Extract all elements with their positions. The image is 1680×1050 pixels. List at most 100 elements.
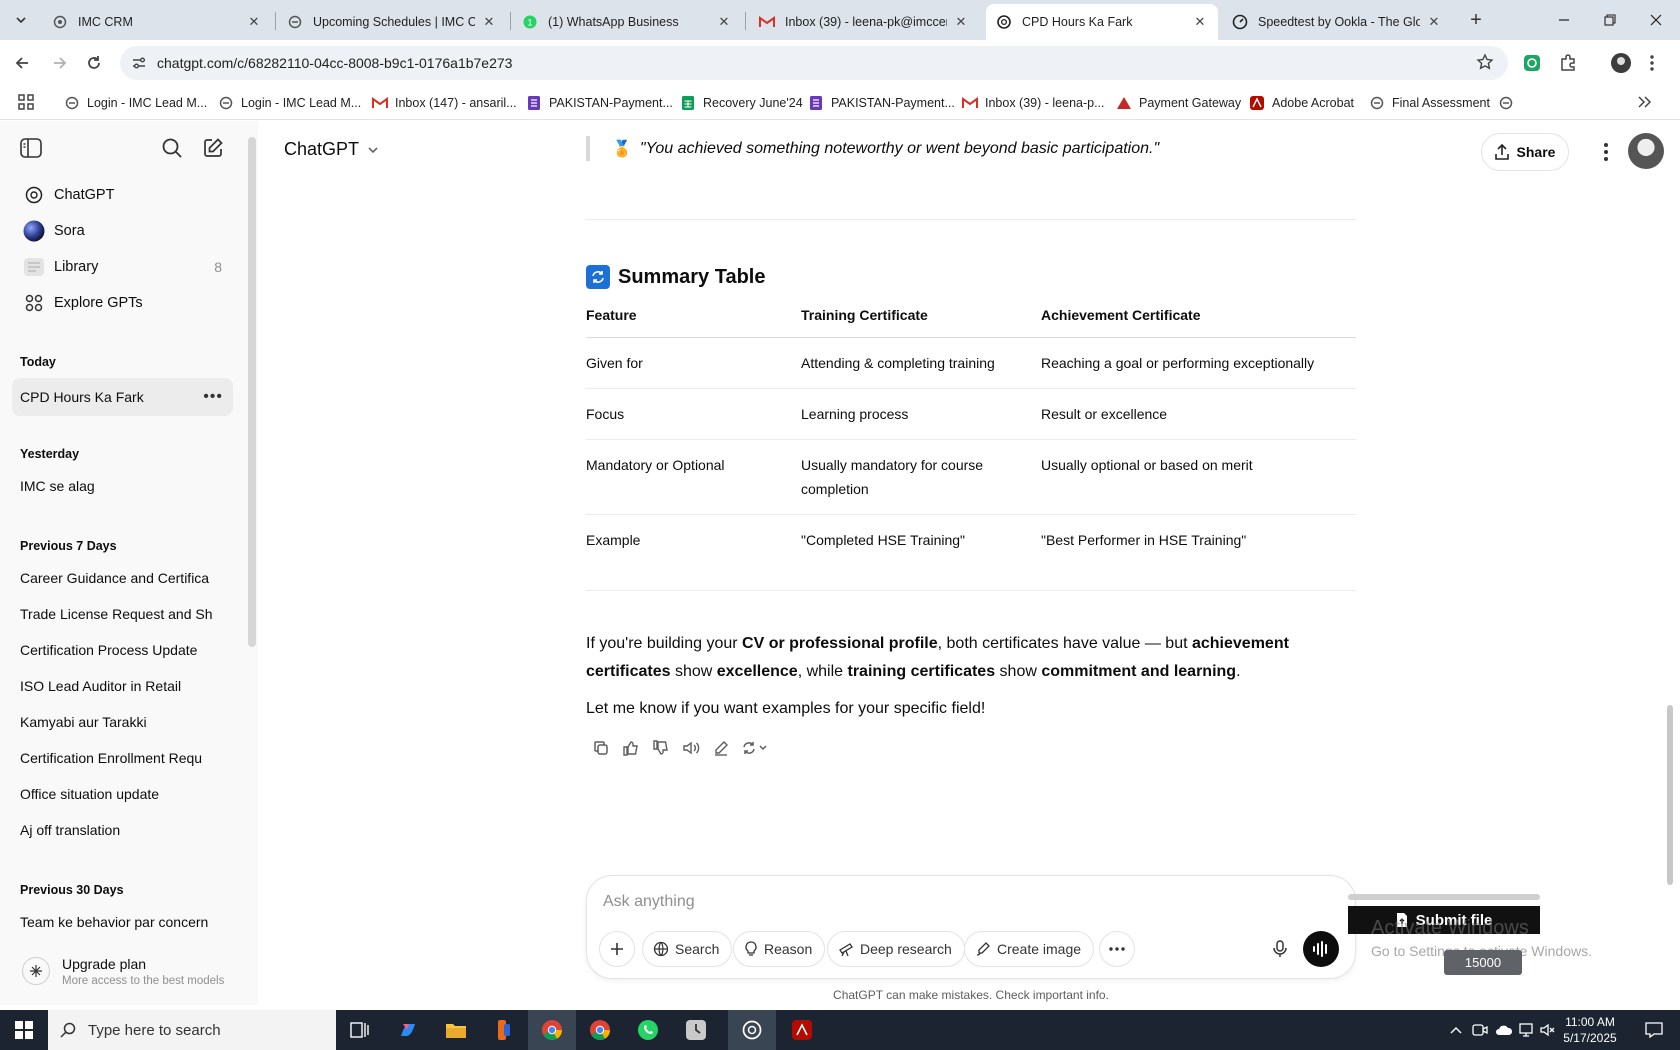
tab-imc-crm[interactable]: IMC CRM ✕	[42, 4, 272, 40]
chat-item[interactable]: IMC se alag	[12, 467, 233, 505]
chat-item[interactable]: Kamyabi aur Tarakki	[12, 703, 233, 741]
onedrive-cloud-icon[interactable]	[1492, 1010, 1516, 1050]
chat-item[interactable]: Career Guidance and Certifica	[12, 559, 233, 597]
read-aloud-button[interactable]	[676, 733, 706, 763]
chat-item[interactable]: Office situation update	[12, 775, 233, 813]
upgrade-plan-button[interactable]: Upgrade plan More access to the best mod…	[14, 951, 244, 997]
sidebar-item-chatgpt[interactable]: ChatGPT	[14, 178, 232, 212]
conversation-menu-icon[interactable]	[1592, 138, 1620, 166]
app-orange-icon[interactable]	[480, 1010, 528, 1050]
table-cell: Reaching a goal or performing exceptiona…	[1041, 337, 1356, 389]
voice-mode-button[interactable]	[1303, 931, 1339, 967]
chrome-profile-taskbar-icon[interactable]	[576, 1010, 624, 1050]
bookmark-imc-lead-login-1[interactable]: Login - IMC Lead M...	[64, 86, 207, 120]
bookmark-star-icon[interactable]	[1476, 53, 1494, 71]
search-chats-button[interactable]	[159, 135, 185, 161]
chrome-taskbar-icon[interactable]	[528, 1010, 576, 1050]
sidebar-item-library[interactable]: Library 8	[14, 250, 232, 284]
chrome-menu-icon[interactable]	[1640, 51, 1664, 75]
new-tab-button[interactable]: +	[1463, 8, 1489, 32]
close-tab-icon[interactable]: ✕	[1426, 14, 1442, 30]
bookmark-final-assessment[interactable]: Final Assessment	[1369, 86, 1490, 120]
acrobat-taskbar-icon[interactable]	[778, 1010, 826, 1050]
sidebar-scrollbar[interactable]	[248, 137, 256, 647]
user-avatar[interactable]	[1628, 133, 1664, 169]
close-tab-icon[interactable]: ✕	[246, 14, 262, 30]
chat-item[interactable]: Aj off translation	[12, 811, 233, 849]
minimize-button[interactable]	[1541, 0, 1587, 40]
back-button[interactable]	[8, 49, 36, 77]
edit-in-canvas-button[interactable]	[706, 733, 736, 763]
thumbs-down-button[interactable]	[646, 733, 676, 763]
chatgpt-taskbar-icon[interactable]	[728, 1010, 776, 1050]
close-window-button[interactable]	[1633, 0, 1679, 40]
bookmarks-overflow-icon[interactable]	[1636, 94, 1652, 110]
search-tool-button[interactable]: Search	[642, 931, 733, 967]
close-tab-icon[interactable]: ✕	[953, 14, 969, 30]
file-explorer-icon[interactable]	[432, 1010, 480, 1050]
main-scrollbar[interactable]	[1667, 705, 1673, 885]
tab-gmail-inbox[interactable]: Inbox (39) - leena-pk@imccertif ✕	[749, 4, 979, 40]
chat-item[interactable]: Certification Process Update	[12, 631, 233, 669]
restore-button[interactable]	[1587, 0, 1633, 40]
bookmark-pakistan-payment-1[interactable]: PAKISTAN-Payment...	[526, 86, 673, 120]
regenerate-button[interactable]	[736, 733, 776, 763]
reload-button[interactable]	[80, 49, 108, 77]
toggle-sidebar-button[interactable]	[18, 135, 44, 161]
bookmark-pakistan-payment-2[interactable]: PAKISTAN-Payment...	[808, 86, 955, 120]
meet-now-icon[interactable]	[1468, 1010, 1492, 1050]
chat-options-icon[interactable]: •••	[203, 388, 223, 406]
close-tab-icon[interactable]: ✕	[481, 14, 497, 30]
more-tools-button[interactable]	[1099, 931, 1135, 967]
model-selector[interactable]: ChatGPT	[284, 139, 379, 160]
chat-item-active[interactable]: CPD Hours Ka Fark •••	[12, 378, 233, 416]
copilot-icon[interactable]	[384, 1010, 432, 1050]
apps-grid-icon[interactable]	[18, 94, 34, 110]
clock-app-icon[interactable]	[672, 1010, 720, 1050]
tab-cpd-hours-active[interactable]: CPD Hours Ka Fark ✕	[986, 4, 1218, 40]
bookmark-adobe-acrobat[interactable]: Adobe Acrobat	[1249, 86, 1354, 120]
close-tab-icon[interactable]: ✕	[1192, 14, 1208, 30]
start-button[interactable]	[0, 1010, 48, 1050]
bookmark-recovery-june[interactable]: Recovery June'24	[680, 86, 803, 120]
new-chat-button[interactable]	[200, 135, 226, 161]
sidebar-item-sora[interactable]: Sora	[14, 214, 232, 248]
task-view-icon[interactable]	[336, 1010, 384, 1050]
bookmark-imc-extra[interactable]	[1498, 86, 1521, 120]
bookmark-imc-lead-login-2[interactable]: Login - IMC Lead M...	[218, 86, 361, 120]
reason-tool-button[interactable]: Reason	[733, 931, 826, 967]
close-tab-icon[interactable]: ✕	[716, 14, 732, 30]
forward-button[interactable]	[46, 49, 74, 77]
system-clock[interactable]: 11:00 AM 5/17/2025	[1552, 1014, 1628, 1046]
create-image-tool-button[interactable]: Create image	[964, 931, 1095, 967]
taskbar-search[interactable]: Type here to search	[48, 1010, 336, 1050]
network-icon[interactable]	[1516, 1010, 1540, 1050]
tray-overflow-icon[interactable]	[1444, 1010, 1468, 1050]
tab-whatsapp-business[interactable]: 1 (1) WhatsApp Business ✕	[512, 4, 742, 40]
notifications-icon[interactable]	[1632, 1010, 1676, 1050]
sidebar-item-explore-gpts[interactable]: Explore GPTs	[14, 286, 232, 320]
extension-green-icon[interactable]	[1520, 51, 1544, 75]
tab-upcoming-schedules[interactable]: Upcoming Schedules | IMC Certi ✕	[277, 4, 507, 40]
copy-button[interactable]	[586, 733, 616, 763]
ask-input[interactable]	[603, 890, 1293, 914]
extensions-puzzle-icon[interactable]	[1556, 51, 1580, 75]
whatsapp-taskbar-icon[interactable]	[624, 1010, 672, 1050]
deep-research-tool-button[interactable]: Deep research	[827, 931, 965, 967]
bookmark-gmail-ansari[interactable]: Inbox (147) - ansaril...	[372, 86, 517, 120]
attach-button[interactable]	[599, 931, 635, 967]
site-info-icon[interactable]	[130, 54, 148, 72]
chat-item[interactable]: ISO Lead Auditor in Retail	[12, 667, 233, 705]
tab-search-button[interactable]	[8, 7, 34, 33]
chat-item[interactable]: Certification Enrollment Requ	[12, 739, 233, 777]
thumbs-up-button[interactable]	[616, 733, 646, 763]
bookmark-gmail-leena[interactable]: Inbox (39) - leena-p...	[962, 86, 1105, 120]
chat-item[interactable]: Team ke behavior par concern	[12, 903, 233, 941]
tab-speedtest[interactable]: Speedtest by Ookla - The Globa ✕	[1222, 4, 1452, 40]
profile-avatar[interactable]	[1609, 51, 1633, 75]
share-button[interactable]: Share	[1481, 133, 1569, 171]
address-bar[interactable]: chatgpt.com/c/68282110-04cc-8008-b9c1-01…	[120, 46, 1508, 80]
bookmark-payment-gateway[interactable]: Payment Gateway	[1116, 86, 1241, 120]
chat-item[interactable]: Trade License Request and Sh	[12, 595, 233, 633]
dictate-button[interactable]	[1262, 931, 1298, 967]
